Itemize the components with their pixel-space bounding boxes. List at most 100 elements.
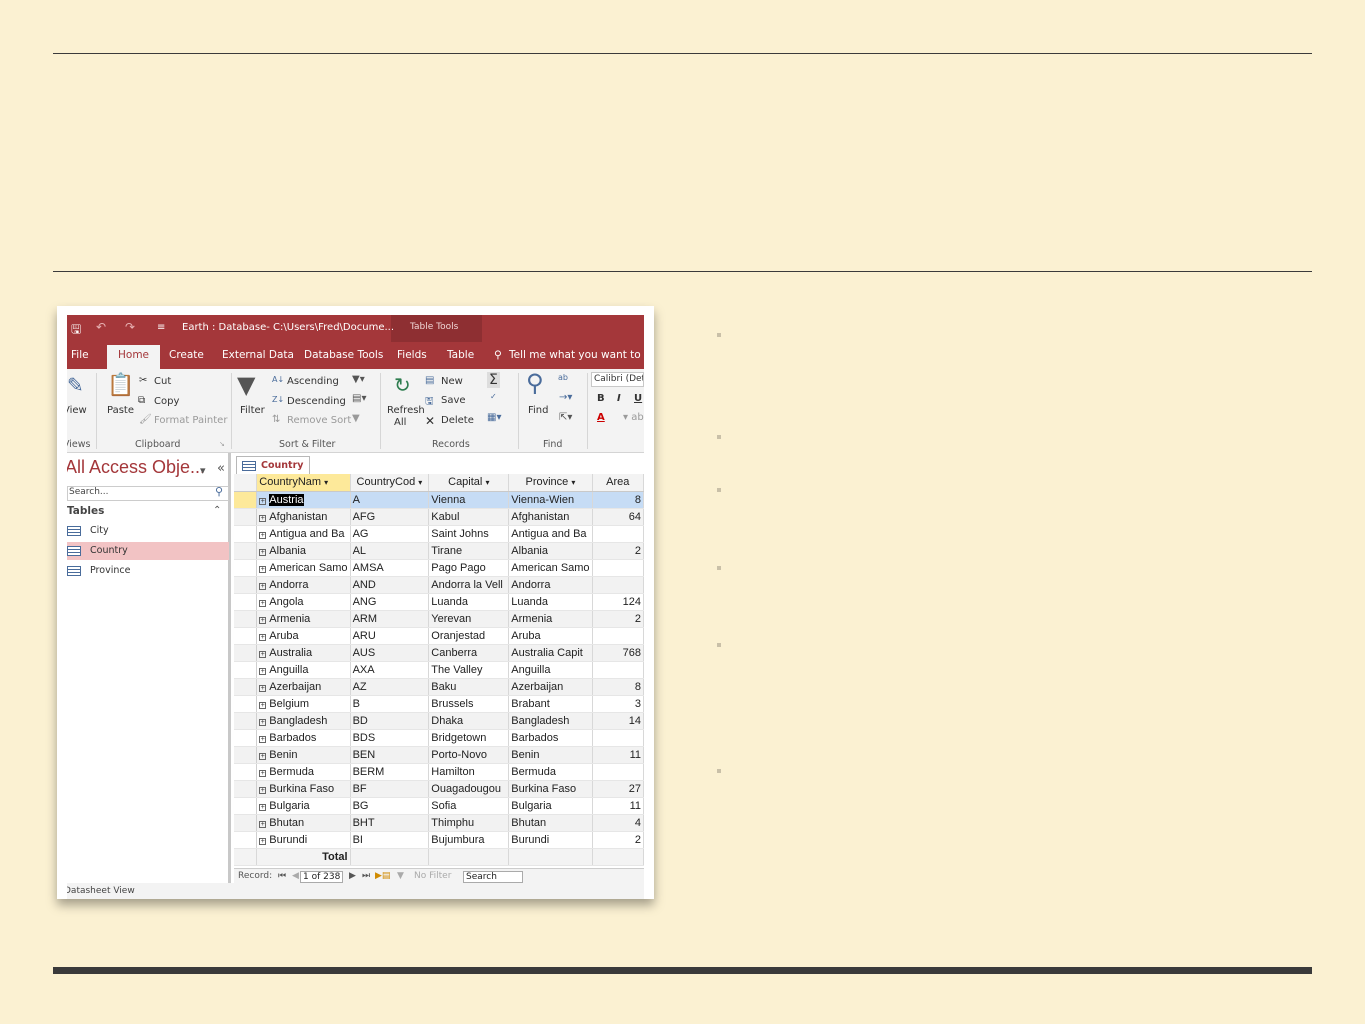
- expand-icon[interactable]: +: [259, 548, 267, 556]
- table-cell[interactable]: + Barbados: [256, 729, 351, 747]
- table-cell[interactable]: Thimphu: [428, 814, 510, 832]
- table-cell[interactable]: 27: [592, 780, 644, 798]
- nav-search-input[interactable]: Search...: [67, 486, 229, 501]
- row-selector[interactable]: [234, 559, 258, 577]
- tables-section-header[interactable]: Tables: [67, 505, 104, 517]
- table-cell[interactable]: + Angola: [256, 593, 351, 611]
- remove-sort-button[interactable]: Remove Sort: [287, 415, 351, 426]
- table-cell[interactable]: + Bulgaria: [256, 797, 351, 815]
- selection-filter-icon[interactable]: ▼▾: [352, 374, 365, 385]
- table-cell[interactable]: Canberra: [428, 644, 510, 662]
- table-cell[interactable]: Burkina Faso: [508, 780, 593, 798]
- table-cell[interactable]: + Bhutan: [256, 814, 351, 832]
- table-cell[interactable]: Dhaka: [428, 712, 510, 730]
- tab-file[interactable]: File: [71, 349, 89, 361]
- table-cell[interactable]: 124: [592, 593, 644, 611]
- tab-country[interactable]: Country: [236, 456, 311, 474]
- table-cell[interactable]: + Armenia: [256, 610, 351, 628]
- no-filter-icon[interactable]: ▼: [397, 871, 404, 881]
- expand-icon[interactable]: +: [259, 599, 267, 607]
- table-cell[interactable]: Vienna: [428, 491, 510, 509]
- expand-icon[interactable]: +: [259, 735, 267, 743]
- column-header-province[interactable]: Province ▾: [508, 474, 593, 492]
- table-cell[interactable]: BG: [350, 797, 430, 815]
- table-cell[interactable]: 3: [592, 695, 644, 713]
- table-cell[interactable]: BD: [350, 712, 430, 730]
- cut-icon[interactable]: ✂: [139, 375, 147, 386]
- table-cell[interactable]: Bulgaria: [508, 797, 593, 815]
- tab-fields[interactable]: Fields: [397, 349, 427, 361]
- table-row[interactable]: + Bulgaria BG Sofia Bulgaria 11: [234, 797, 644, 815]
- tab-external-data[interactable]: External Data: [222, 349, 294, 361]
- table-cell[interactable]: + Bermuda: [256, 763, 351, 781]
- row-selector[interactable]: [234, 508, 258, 526]
- table-cell[interactable]: Baku: [428, 678, 510, 696]
- expand-icon[interactable]: +: [259, 786, 267, 794]
- table-cell[interactable]: + Burkina Faso: [256, 780, 351, 798]
- table-cell[interactable]: 11: [592, 746, 644, 764]
- table-row[interactable]: + Barbados BDS Bridgetown Barbados: [234, 729, 644, 747]
- row-selector[interactable]: [234, 661, 258, 679]
- format-painter-icon[interactable]: 🖌: [139, 414, 152, 425]
- table-cell[interactable]: Benin: [508, 746, 593, 764]
- column-header-countryname[interactable]: CountryNam ▾: [256, 474, 351, 492]
- select-icon[interactable]: ⇱▾: [559, 412, 572, 423]
- expand-icon[interactable]: +: [259, 531, 267, 539]
- table-row[interactable]: + Antigua and Ba AG Saint Johns Antigua and …: [234, 525, 644, 543]
- table-cell[interactable]: + Azerbaijan: [256, 678, 351, 696]
- row-selector[interactable]: [234, 593, 258, 611]
- tab-database-tools[interactable]: Database Tools: [304, 349, 383, 361]
- row-selector[interactable]: [234, 729, 258, 747]
- table-row[interactable]: + American Samo AMSA Pago Pago American Samo: [234, 559, 644, 577]
- table-row[interactable]: + Australia AUS Canberra Australia Capit 768: [234, 644, 644, 662]
- table-cell[interactable]: Ouagadougou: [428, 780, 510, 798]
- expand-icon[interactable]: +: [259, 514, 267, 522]
- nav-pane-title[interactable]: All Access Obje...: [67, 457, 205, 478]
- table-cell[interactable]: 8: [592, 678, 644, 696]
- table-cell[interactable]: 8: [592, 491, 644, 509]
- table-row[interactable]: + Andorra AND Andorra la Vell Andorra: [234, 576, 644, 594]
- previous-record-icon[interactable]: ◀: [292, 871, 299, 881]
- row-selector[interactable]: [234, 797, 258, 815]
- collapse-section-icon[interactable]: ⌃: [213, 505, 221, 516]
- delete-icon[interactable]: ✕: [425, 414, 435, 428]
- expand-icon[interactable]: +: [259, 633, 267, 641]
- table-cell[interactable]: 2: [592, 831, 644, 849]
- row-selector[interactable]: [234, 831, 258, 849]
- save-record-button[interactable]: Save: [441, 395, 466, 406]
- paste-icon[interactable]: 📋: [107, 373, 134, 398]
- table-row[interactable]: + Austria A Vienna Vienna-Wien 8: [234, 491, 644, 509]
- table-cell[interactable]: ARM: [350, 610, 430, 628]
- table-cell[interactable]: BDS: [350, 729, 430, 747]
- table-cell[interactable]: + American Samo: [256, 559, 351, 577]
- table-cell[interactable]: 14: [592, 712, 644, 730]
- new-record-icon[interactable]: ▤: [425, 375, 434, 386]
- tab-home[interactable]: Home: [107, 345, 161, 369]
- filter-button[interactable]: Filter: [240, 405, 265, 416]
- select-all-corner[interactable]: [234, 474, 258, 492]
- table-row[interactable]: + Aruba ARU Oranjestad Aruba: [234, 627, 644, 645]
- table-row[interactable]: + Angola ANG Luanda Luanda 124: [234, 593, 644, 611]
- table-cell[interactable]: 4: [592, 814, 644, 832]
- delete-record-button[interactable]: Delete: [441, 415, 474, 426]
- table-cell[interactable]: Tirane: [428, 542, 510, 560]
- redo-icon[interactable]: ↷: [125, 320, 135, 334]
- row-selector[interactable]: [234, 542, 258, 560]
- table-cell[interactable]: AG: [350, 525, 430, 543]
- table-cell[interactable]: + Antigua and Ba: [256, 525, 351, 543]
- table-cell[interactable]: Andorra: [508, 576, 593, 594]
- table-cell[interactable]: The Valley: [428, 661, 510, 679]
- row-selector[interactable]: [234, 746, 258, 764]
- dropdown-arrow-icon[interactable]: ▾: [485, 478, 489, 487]
- more-records-icon[interactable]: ▦▾: [487, 412, 501, 423]
- table-cell[interactable]: + Albania: [256, 542, 351, 560]
- table-cell[interactable]: Luanda: [428, 593, 510, 611]
- table-cell[interactable]: B: [350, 695, 430, 713]
- remove-sort-icon[interactable]: ⇅: [272, 414, 280, 425]
- table-row[interactable]: + Belgium B Brussels Brabant 3: [234, 695, 644, 713]
- undo-icon[interactable]: ↶: [96, 320, 106, 334]
- table-cell[interactable]: Vienna-Wien: [508, 491, 593, 509]
- view-icon[interactable]: ✎: [67, 373, 84, 397]
- row-selector[interactable]: [234, 576, 258, 594]
- bold-button[interactable]: B: [597, 393, 605, 404]
